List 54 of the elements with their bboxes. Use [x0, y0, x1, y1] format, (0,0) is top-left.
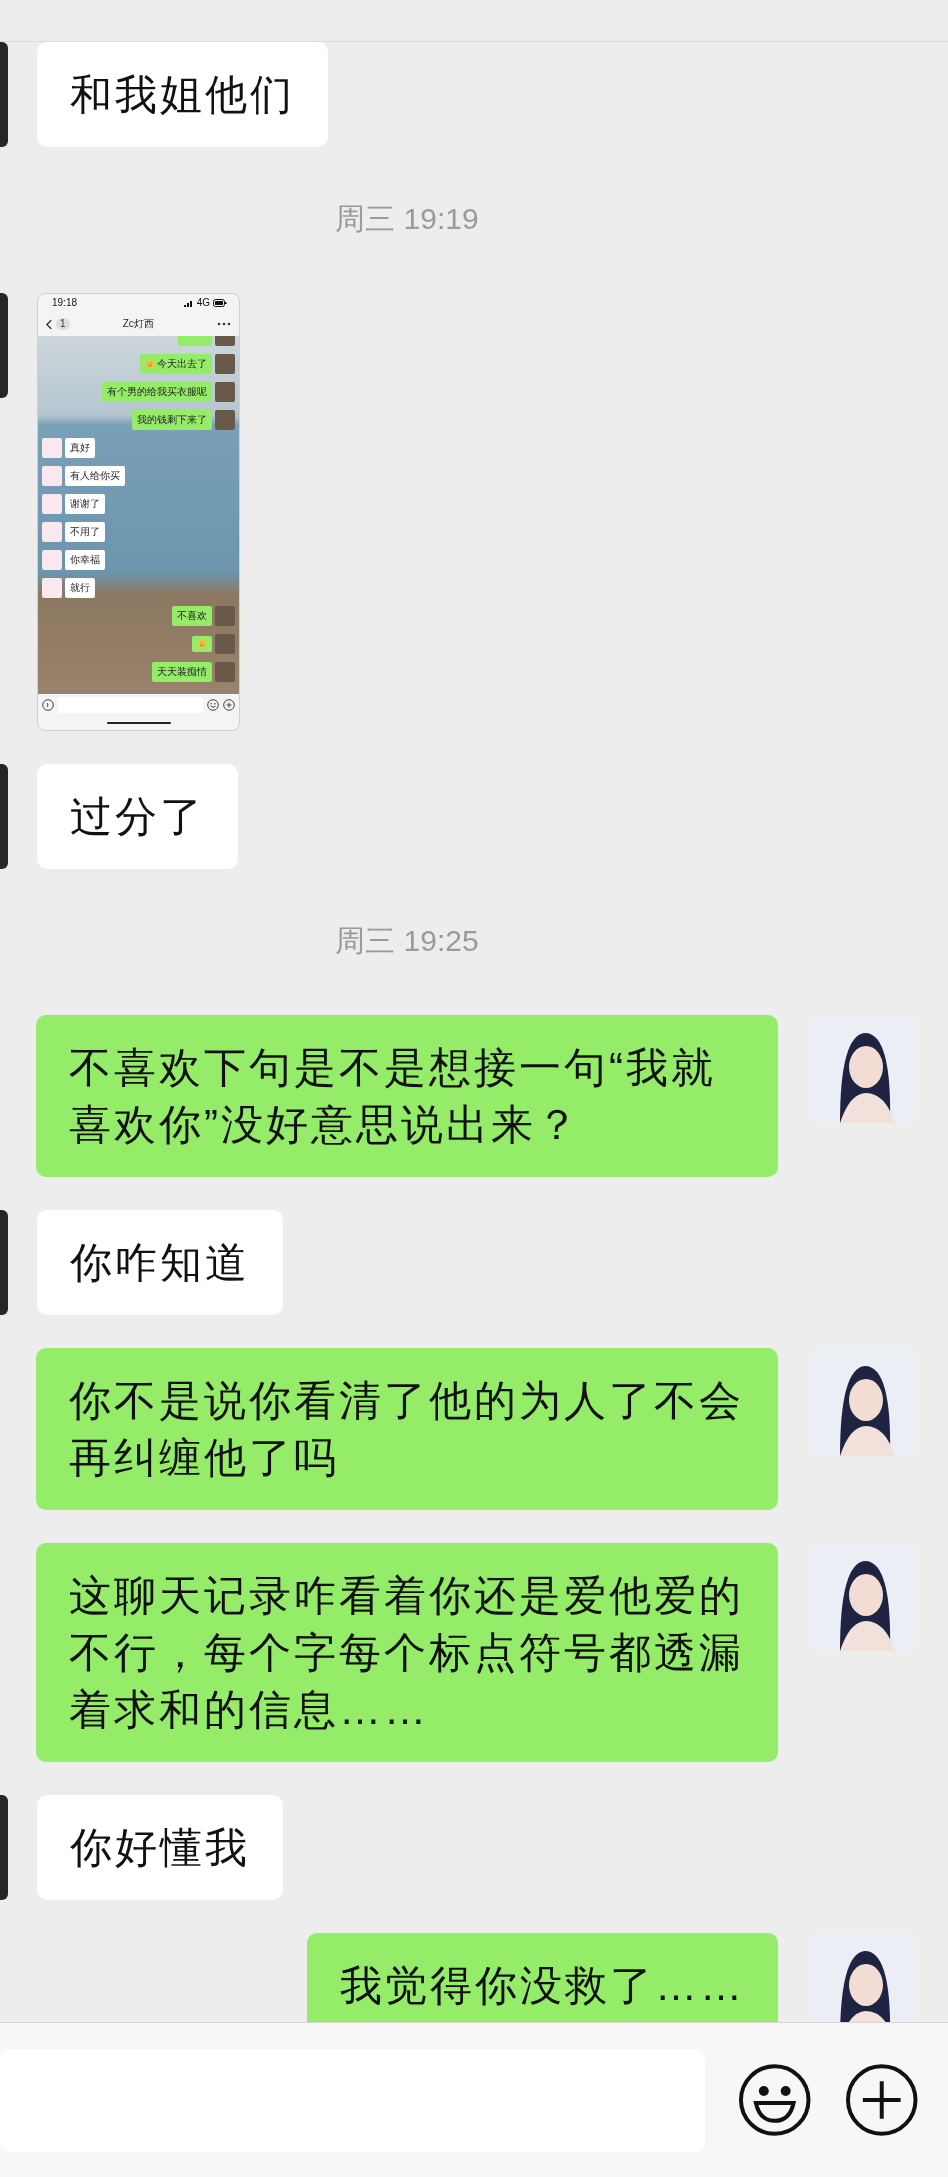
- more-icon[interactable]: [217, 322, 231, 326]
- emoji-icon[interactable]: [207, 699, 219, 711]
- message-bubble: 你好懂我: [37, 1795, 283, 1900]
- message-bubble: 有个男的给我买衣服呢: [102, 382, 212, 402]
- avatar[interactable]: [810, 1348, 915, 1456]
- message-bubble: 我的钱剩下来了: [132, 410, 212, 430]
- message-bubble: 谢谢了: [65, 494, 105, 514]
- avatar: [215, 606, 235, 626]
- message-bubble: 有人给你买: [65, 466, 125, 486]
- avatar: [42, 438, 62, 458]
- avatar: [215, 382, 235, 402]
- network-label: 4G: [196, 297, 210, 309]
- avatar: [215, 410, 235, 430]
- message-bubble: 和我姐他们: [37, 42, 328, 147]
- avatar: [215, 634, 235, 654]
- message-bubble: 真好: [65, 438, 95, 458]
- status-time: 19:18: [52, 297, 78, 309]
- avatar: [42, 550, 62, 570]
- emoji-icon: [145, 359, 155, 369]
- timestamp: 周三 19:25: [335, 924, 479, 957]
- emoji-icon[interactable]: [738, 2063, 812, 2137]
- message-bubble: 你不是说你看清了他的为人了不会再纠缠他了吗: [36, 1348, 778, 1510]
- avatar[interactable]: [810, 1543, 915, 1651]
- message-bubble: 不喜欢: [172, 606, 212, 626]
- avatar[interactable]: [810, 1933, 915, 2022]
- chat-title: Zc灯西: [121, 317, 155, 331]
- plus-icon[interactable]: [844, 2063, 918, 2137]
- message-bubble: 你咋知道: [37, 1210, 283, 1315]
- voice-icon[interactable]: [42, 699, 54, 711]
- avatar[interactable]: [810, 1015, 915, 1123]
- timestamp: 周三 19:19: [335, 202, 479, 235]
- message-bubble: 不喜欢下句是不是想接一句“我就喜欢你”没好意思说出来？: [36, 1015, 778, 1177]
- message-bubble: 这聊天记录咋看着你还是爱他爱的不行，每个字每个标点符号都透漏着求和的信息……: [36, 1543, 778, 1762]
- message-text: 今天出去了: [157, 357, 207, 371]
- message-bubble: 就行: [65, 578, 95, 598]
- message-bubble: 天天装痴情: [152, 662, 212, 682]
- avatar: [215, 662, 235, 682]
- avatar: [215, 354, 235, 374]
- message-bubble: 你幸福: [65, 550, 105, 570]
- message-bubble: 过分了: [37, 764, 238, 869]
- avatar: [42, 578, 62, 598]
- unread-badge: 1: [56, 318, 70, 330]
- avatar: [42, 494, 62, 514]
- plus-icon[interactable]: [223, 699, 235, 711]
- screenshot-message[interactable]: 19:18 4G 1 Zc灯西 今天出去了 有个男的给我买衣服呢 我的钱剩下来了 真好 有人给你买 谢谢了 不用了 你幸福 就行 不喜欢 天天装痴情: [37, 293, 240, 731]
- avatar: [42, 522, 62, 542]
- battery-icon: [213, 299, 227, 307]
- message-bubble: 我觉得你没救了……: [307, 1933, 778, 2022]
- home-indicator: [106, 722, 171, 724]
- back-icon[interactable]: [46, 318, 53, 330]
- signal-icon: [183, 299, 194, 307]
- message-bubble: 不用了: [65, 522, 105, 542]
- avatar: [42, 466, 62, 486]
- emoji-icon: [197, 639, 207, 649]
